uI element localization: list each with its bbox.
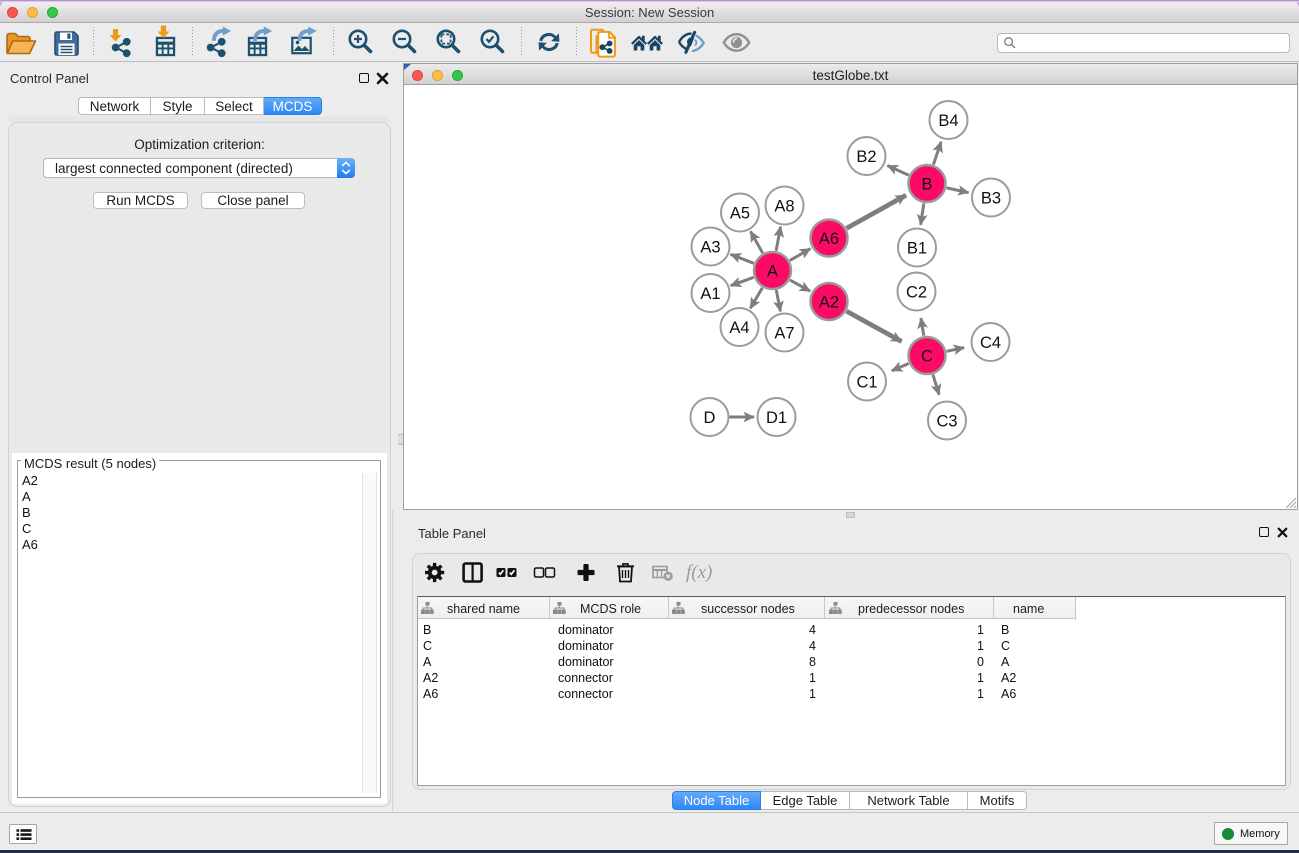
- svg-text:A7: A7: [774, 325, 794, 343]
- svg-text:A1: A1: [700, 285, 720, 303]
- svg-text:B1: B1: [907, 240, 927, 258]
- svg-text:C2: C2: [906, 284, 927, 302]
- svg-text:A3: A3: [700, 239, 720, 257]
- svg-text:D1: D1: [766, 409, 787, 427]
- svg-text:A2: A2: [819, 294, 839, 312]
- svg-text:C4: C4: [980, 334, 1001, 352]
- svg-text:A6: A6: [819, 230, 839, 248]
- svg-text:A: A: [767, 263, 778, 281]
- svg-text:B4: B4: [938, 112, 958, 130]
- svg-text:C1: C1: [856, 374, 877, 392]
- svg-text:B: B: [921, 176, 932, 194]
- svg-text:B2: B2: [856, 148, 876, 166]
- svg-text:A4: A4: [729, 319, 749, 337]
- svg-text:A5: A5: [730, 205, 750, 223]
- svg-text:B3: B3: [981, 190, 1001, 208]
- svg-text:A8: A8: [774, 198, 794, 216]
- svg-text:D: D: [704, 409, 716, 427]
- svg-text:C3: C3: [936, 413, 957, 431]
- svg-text:C: C: [921, 348, 933, 366]
